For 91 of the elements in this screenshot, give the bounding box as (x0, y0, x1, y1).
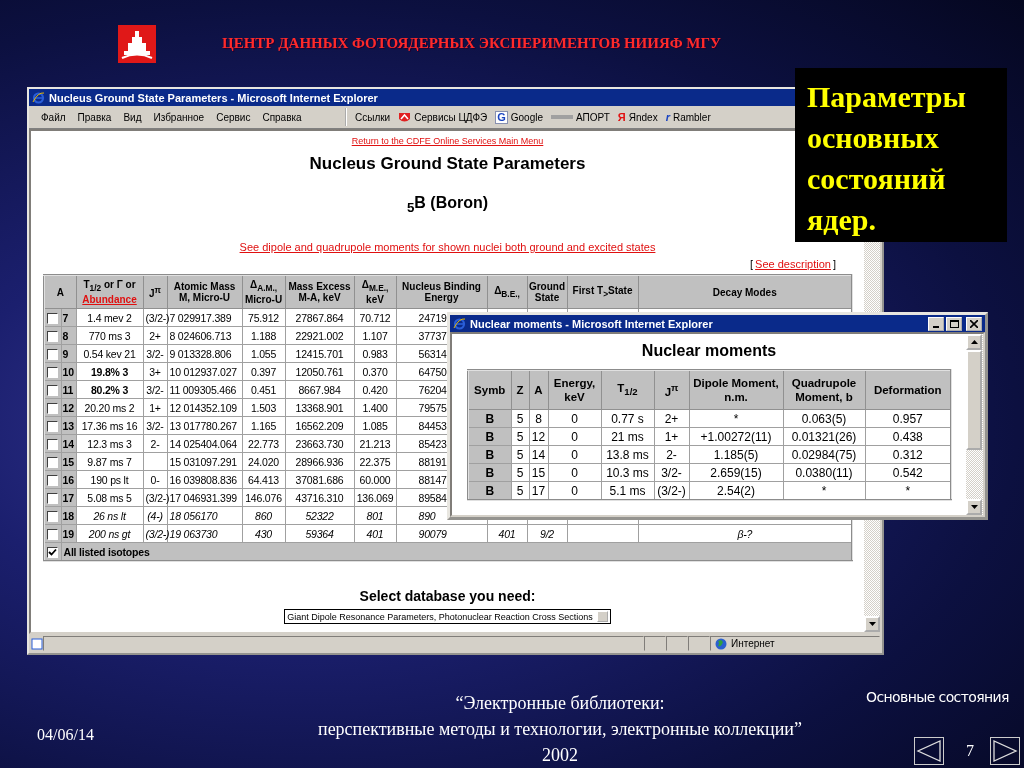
bracket: ] (832, 258, 836, 271)
link-button[interactable]: Сервисы ЦДФЭ (414, 111, 488, 123)
menu-item[interactable]: Справка (256, 109, 308, 125)
moments-link[interactable]: See dipole and quadrupole moments for shown nuclei both ground and excited states (239, 241, 656, 254)
link-icon: r (665, 111, 670, 123)
column-header: Decay Modes (638, 275, 852, 309)
column-header: Atomic Mass M, Micro-U (167, 275, 242, 309)
window-title: Nucleus Ground State Parameters - Microsoft Internet Explorer (49, 91, 378, 104)
scroll-down-button[interactable] (864, 616, 880, 632)
column-header: Ground State (527, 275, 567, 309)
column-header: Δ$_{M.E.,}$ keV (354, 275, 396, 309)
page-number: 7 (966, 742, 974, 760)
column-header: Symb (468, 370, 511, 410)
column-header: Δ$_{A.M.,}$ Micro-U (242, 275, 285, 309)
menu-item[interactable]: Избранное (147, 109, 211, 125)
link-button[interactable]: Google (510, 111, 543, 123)
column-header: T$_{1/2}$ or Γ or Abundance (76, 275, 143, 309)
bar-icon (551, 114, 573, 120)
link-icon: Я (617, 111, 626, 123)
checkbox[interactable] (47, 385, 58, 397)
checkbox[interactable] (47, 367, 58, 379)
next-button[interactable] (990, 737, 1020, 765)
select-label: Select database you need: (359, 588, 536, 605)
logo-icon (118, 25, 156, 63)
checkbox[interactable] (47, 403, 58, 415)
down-arrow-icon (868, 622, 876, 626)
ie-icon (453, 317, 466, 330)
status-zone: Интернет (731, 638, 775, 649)
status-panel (666, 636, 688, 651)
up-arrow-icon (970, 340, 978, 344)
column-header: Nucleus Binding Energy (396, 275, 487, 309)
link-button[interactable]: Яndex (628, 111, 658, 123)
link-button[interactable]: Rambler (672, 111, 711, 123)
column-header: J$^{π}$ (143, 275, 167, 309)
links-label: Ссылки (355, 111, 391, 123)
scrollbar[interactable] (966, 334, 983, 515)
page-icon (31, 637, 43, 650)
checkbox[interactable] (47, 349, 58, 361)
checkbox[interactable] (47, 313, 58, 325)
checkbox[interactable] (47, 439, 58, 451)
maximize-button[interactable] (946, 316, 962, 331)
column-header: A (44, 275, 76, 309)
column-header: Energy, keV (548, 370, 601, 410)
minimize-icon (933, 325, 939, 328)
globe-icon (715, 637, 727, 650)
scroll-up-button[interactable] (966, 334, 982, 350)
column-header: Dipole Moment, n.m. (689, 370, 783, 410)
checkbox[interactable] (47, 421, 58, 433)
popup-heading: Nuclear moments (641, 342, 777, 360)
footer-caption: “Электронные библиотеки: перспективные методы и технологии, электронные коллекции” 2002 (317, 692, 803, 767)
ie-icon (32, 91, 45, 104)
shield-icon (398, 110, 412, 124)
return-link[interactable]: Return to the CDFE Online Services Main Menu (351, 136, 544, 146)
menu-item[interactable]: Сервис (210, 109, 257, 125)
bracket: [ (750, 258, 754, 271)
checkbox[interactable] (47, 331, 58, 343)
column-header: Δ$_{B.E.,}$ (487, 275, 527, 309)
nucleus-heading: $_{5}$B (Boron) (406, 194, 489, 216)
menu-item[interactable]: Файл (35, 109, 72, 125)
maximize-icon (949, 319, 959, 328)
column-header: First T$_{>}$State (567, 275, 638, 309)
minimize-button[interactable] (928, 316, 944, 331)
section-label: Основные состояния (866, 689, 1009, 705)
menu-item[interactable]: Вид (117, 109, 148, 125)
checkbox[interactable] (47, 511, 58, 523)
column-header: Quadrupole Moment, b (783, 370, 865, 410)
scroll-thumb[interactable] (966, 350, 982, 450)
page-heading: Nucleus Ground State Parameters (309, 154, 586, 174)
scroll-down-button[interactable] (966, 499, 982, 515)
checkbox[interactable] (47, 529, 58, 541)
link-icon: G (495, 110, 508, 124)
column-header: Deformation (865, 370, 951, 410)
close-button[interactable] (966, 316, 982, 331)
database-select[interactable]: Giant Dipole Resonance Parameters, Photonuclear Reaction Cross Sections (284, 609, 611, 625)
close-icon (970, 319, 978, 328)
column-header: J$^{π}$ (654, 370, 689, 410)
slide-header: ЦЕНТР ДАННЫХ ФОТОЯДЕРНЫХ ЭКСПЕРИМЕНТОВ НИИЯФ МГУ (222, 35, 722, 52)
callout-box: Параметры основных состояний ядер. (795, 68, 1007, 242)
slide-date: 04/06/14 (37, 726, 94, 744)
menu-item[interactable]: Правка (71, 109, 118, 125)
column-header: T$_{1/2}$ (601, 370, 654, 410)
checkbox[interactable] (47, 457, 58, 469)
description-link[interactable]: See description (755, 258, 831, 271)
down-arrow-icon (970, 505, 978, 509)
link-button[interactable]: АПОРТ (576, 111, 610, 123)
checkbox[interactable] (47, 547, 58, 559)
previous-button[interactable] (914, 737, 944, 765)
column-header: Mass Excess M-A, keV (285, 275, 354, 309)
checkbox[interactable] (47, 493, 58, 505)
column-header: A (529, 370, 548, 410)
checkbox[interactable] (47, 475, 58, 487)
